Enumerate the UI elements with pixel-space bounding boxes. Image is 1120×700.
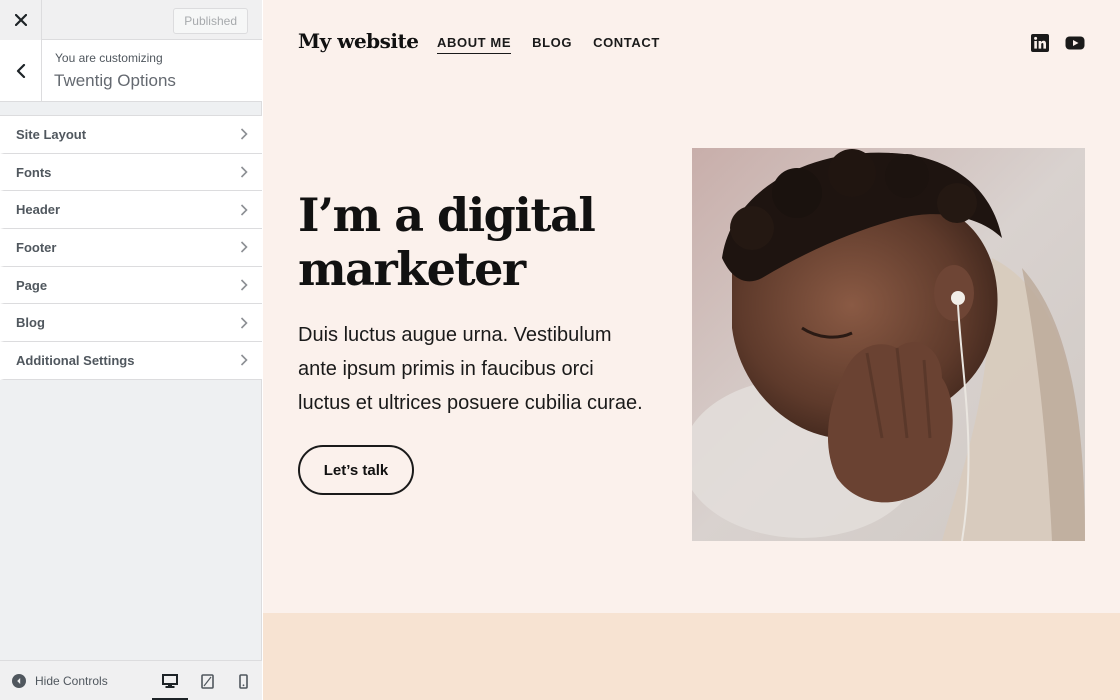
next-section-band: [263, 613, 1120, 700]
menu-item-additional-settings[interactable]: Additional Settings: [0, 342, 262, 380]
preview-desktop-button[interactable]: [152, 661, 188, 700]
customizer-header: Published: [0, 0, 262, 40]
close-customizer-button[interactable]: [0, 0, 42, 40]
section-breadcrumb: You are customizing Twentig Options: [0, 40, 262, 102]
customizer-sidebar: Published You are customizing Twentig Op…: [0, 0, 262, 700]
hero-description-line-2: ante ipsum primis in faucibus orci: [298, 358, 594, 380]
hide-controls-label: Hide Controls: [35, 674, 108, 688]
hide-controls-button[interactable]: Hide Controls: [12, 661, 108, 700]
back-button[interactable]: [0, 40, 42, 101]
preview-mobile-button[interactable]: [225, 661, 261, 700]
site-preview: My website ABOUT ME BLOG CONTACT I’m a d…: [263, 0, 1120, 700]
collapse-arrow-icon: [12, 674, 26, 688]
hero-heading: I’m a digital marketer: [298, 188, 628, 296]
menu-item-blog[interactable]: Blog: [0, 304, 262, 343]
primary-nav: ABOUT ME BLOG CONTACT: [437, 35, 681, 54]
menu-item-label: Site Layout: [16, 126, 87, 142]
portrait-illustration: [692, 148, 1085, 541]
youtube-icon[interactable]: [1065, 34, 1085, 52]
chevron-right-icon: [240, 204, 248, 216]
menu-item-label: Page: [16, 277, 48, 293]
menu-item-fonts[interactable]: Fonts: [0, 153, 262, 192]
menu-item-site-layout[interactable]: Site Layout: [0, 116, 262, 154]
publish-button[interactable]: Published: [173, 8, 248, 34]
menu-item-label: Header: [16, 202, 61, 218]
menu-item-label: Blog: [16, 315, 45, 331]
desktop-icon: [162, 674, 178, 688]
hero-description: Duis luctus augue urna. Vestibulum ante …: [298, 318, 668, 420]
nav-item-blog[interactable]: BLOG: [532, 35, 572, 54]
hero-heading-line-2: marketer: [298, 242, 526, 296]
preview-tablet-button[interactable]: [189, 661, 225, 700]
customizing-subtitle: You are customizing: [55, 51, 163, 65]
hero-photo: [692, 148, 1085, 541]
chevron-right-icon: [240, 317, 248, 329]
nav-item-about-me[interactable]: ABOUT ME: [437, 35, 512, 54]
tablet-icon: [200, 673, 214, 689]
hero-heading-line-1: I’m a digital: [298, 188, 596, 242]
nav-item-contact[interactable]: CONTACT: [593, 35, 660, 54]
menu-item-page[interactable]: Page: [0, 266, 262, 305]
menu-item-footer[interactable]: Footer: [0, 229, 262, 267]
customizer-footer: Hide Controls: [0, 660, 262, 700]
chevron-right-icon: [240, 166, 248, 178]
mobile-icon: [238, 673, 248, 689]
chevron-right-icon: [240, 279, 248, 291]
hero-description-line-3: luctus et ultrices posuere cubilia curae…: [298, 392, 643, 414]
chevron-right-icon: [240, 354, 248, 367]
menu-item-label: Fonts: [16, 164, 52, 180]
menu-item-label: Additional Settings: [16, 352, 135, 368]
close-icon: [14, 14, 27, 26]
chevron-right-icon: [240, 241, 248, 253]
menu-item-label: Footer: [16, 239, 57, 255]
menu-item-header[interactable]: Header: [0, 191, 262, 230]
hero-description-line-1: Duis luctus augue urna. Vestibulum: [298, 324, 612, 346]
chevron-left-icon: [16, 63, 25, 78]
section-title: Twentig Options: [54, 71, 176, 90]
chevron-right-icon: [240, 128, 248, 140]
lets-talk-button[interactable]: Let’s talk: [298, 445, 414, 495]
linkedin-icon[interactable]: [1031, 34, 1049, 52]
customizer-menu: Site Layout Fonts Header Footer Page Blo…: [0, 115, 262, 380]
site-title[interactable]: My website: [298, 29, 419, 53]
